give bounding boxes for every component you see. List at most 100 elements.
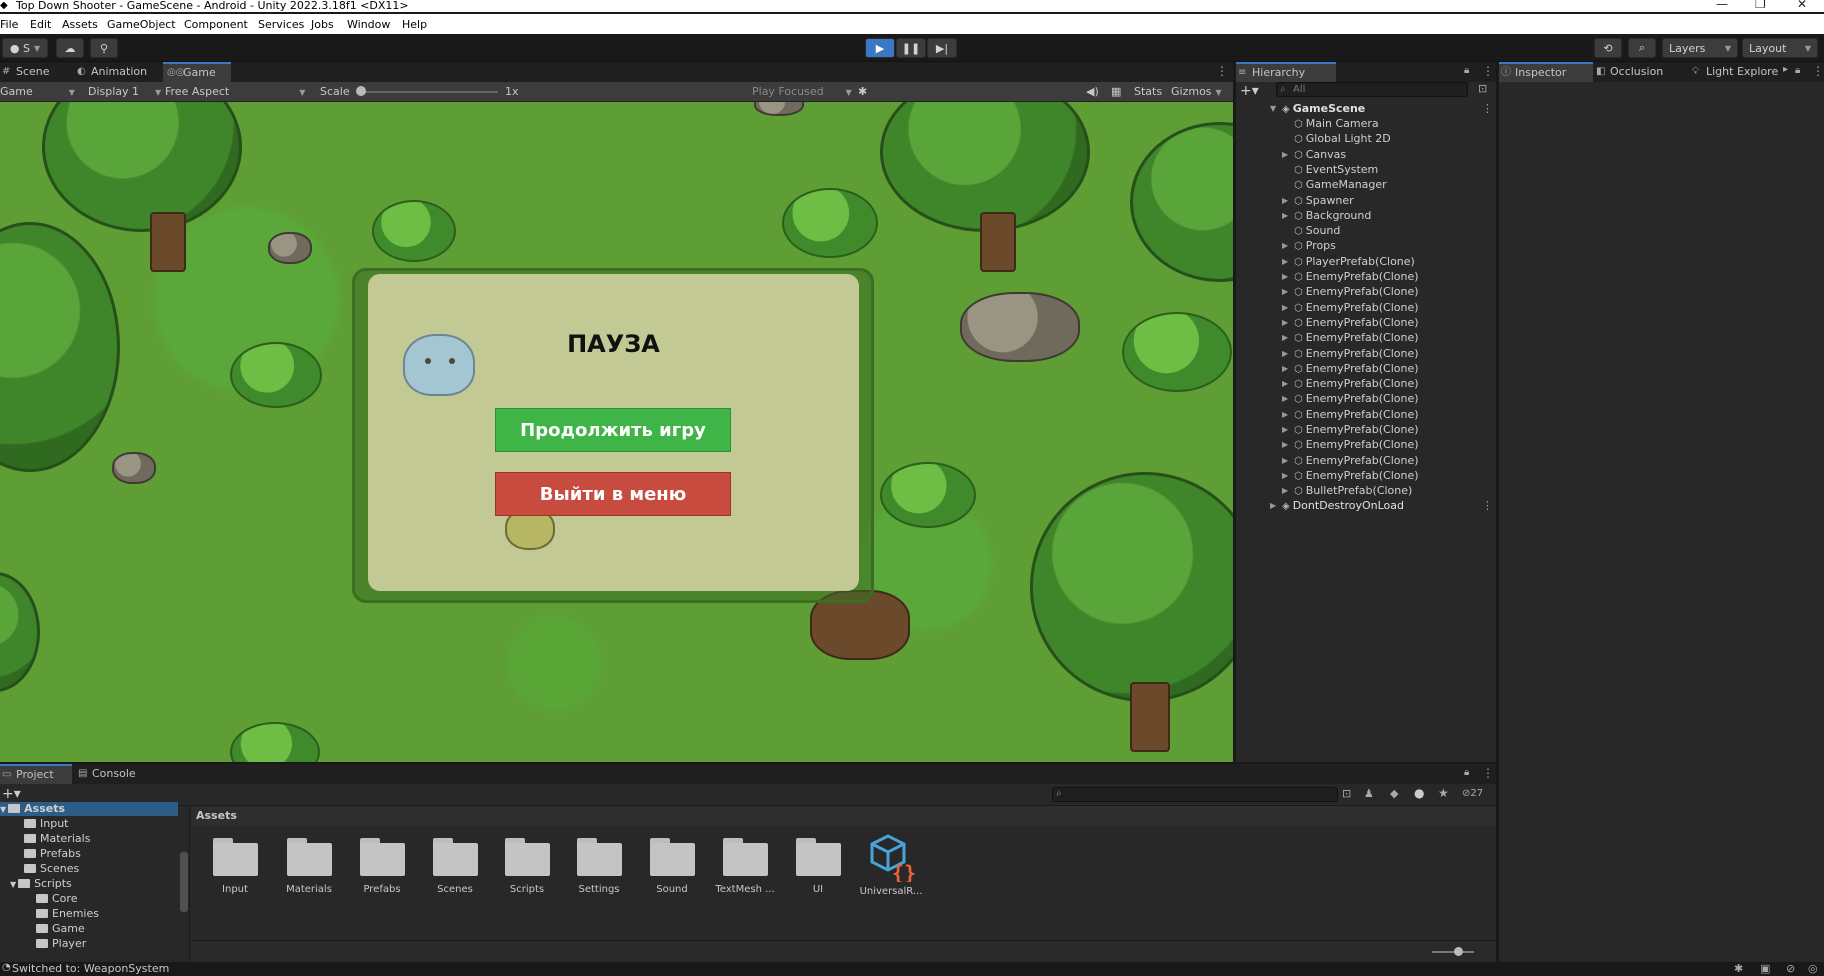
- hierarchy-item[interactable]: ⬡ Main Camera: [1294, 117, 1379, 130]
- menu-component[interactable]: Component: [184, 18, 248, 31]
- search-button[interactable]: ⌕: [1628, 38, 1656, 58]
- layers-dropdown[interactable]: Layers ▼: [1662, 38, 1738, 58]
- kebab-menu-icon[interactable]: ⋮: [1216, 64, 1228, 78]
- chevron-right-icon[interactable]: ▶: [1282, 347, 1288, 360]
- asset-folder-prefabs[interactable]: Prefabs: [350, 838, 414, 895]
- keyboard-icon[interactable]: ▦: [1111, 85, 1121, 98]
- aspect-dropdown[interactable]: Free Aspect ▼: [165, 85, 305, 98]
- play-focused-dropdown[interactable]: Play Focused ▼: [752, 85, 852, 98]
- search-by-type-icon[interactable]: ⊡: [1342, 787, 1351, 800]
- chevron-right-icon[interactable]: ▶: [1282, 285, 1288, 298]
- minimize-icon[interactable]: —: [1716, 0, 1728, 10]
- progress-icon[interactable]: ◎: [1808, 962, 1818, 975]
- lock-icon[interactable]: 🔒︎: [1464, 65, 1469, 76]
- hierarchy-item[interactable]: ⬡ Sound: [1294, 224, 1340, 237]
- tab-console[interactable]: ▤ Console: [76, 764, 152, 784]
- menu-assets[interactable]: Assets: [62, 18, 98, 31]
- filter-icon[interactable]: ♟: [1364, 787, 1374, 800]
- layout-dropdown[interactable]: Layout ▼: [1742, 38, 1818, 58]
- chevron-right-icon[interactable]: ▶: [1282, 255, 1288, 268]
- asset-folder-settings[interactable]: Settings: [567, 838, 631, 895]
- history-button[interactable]: ⟲: [1594, 38, 1622, 58]
- stats-button[interactable]: Stats: [1134, 85, 1162, 98]
- chevron-right-icon[interactable]: ▶: [1282, 362, 1288, 375]
- menu-jobs[interactable]: Jobs: [311, 18, 334, 31]
- hierarchy-item[interactable]: ▶ ⬡ EnemyPrefab(Clone): [1282, 331, 1419, 344]
- hierarchy-item[interactable]: ▶ ⬡ EnemyPrefab(Clone): [1282, 362, 1419, 375]
- play-button[interactable]: ▶: [865, 38, 895, 58]
- chevron-right-icon[interactable]: ▶: [1282, 408, 1288, 421]
- tree-item-scripts[interactable]: ▼ Scripts: [10, 877, 72, 891]
- hierarchy-item[interactable]: ▶ ⬡ PlayerPrefab(Clone): [1282, 255, 1415, 268]
- tab-occlusion[interactable]: ◧ Occlusion: [1594, 62, 1690, 82]
- hierarchy-item[interactable]: ▶ ⬡ EnemyPrefab(Clone): [1282, 469, 1419, 482]
- scene-search-icon[interactable]: ⊡: [1478, 82, 1487, 95]
- add-object-button[interactable]: +▾: [1240, 83, 1259, 99]
- hierarchy-item[interactable]: ▶ ⬡ EnemyPrefab(Clone): [1282, 377, 1419, 390]
- lock-icon[interactable]: 🔒︎: [1795, 65, 1800, 76]
- close-icon[interactable]: ✕: [1797, 0, 1807, 10]
- asset-universal-rp[interactable]: {} UniversalR...: [859, 834, 923, 897]
- chevron-right-icon[interactable]: ▶: [1282, 239, 1288, 252]
- tree-item-input[interactable]: Input: [24, 817, 68, 831]
- create-asset-button[interactable]: +▾: [2, 786, 21, 802]
- kebab-menu-icon[interactable]: ⋮: [1482, 64, 1494, 78]
- chevron-right-icon[interactable]: ▶: [1282, 148, 1288, 161]
- tab-inspector[interactable]: ⓘ Inspector: [1499, 62, 1593, 82]
- breadcrumb[interactable]: Assets: [196, 809, 237, 822]
- tab-game[interactable]: ◎◎ Game: [163, 62, 231, 82]
- restore-icon[interactable]: ❐: [1755, 0, 1766, 10]
- hierarchy-item[interactable]: ▶ ⬡ Canvas: [1282, 148, 1346, 161]
- hierarchy-item[interactable]: ▶ ⬡ BulletPrefab(Clone): [1282, 484, 1412, 497]
- bug-icon[interactable]: ✱: [1734, 962, 1743, 975]
- hierarchy-item[interactable]: ▶ ⬡ EnemyPrefab(Clone): [1282, 392, 1419, 405]
- hierarchy-search-input[interactable]: ⌕ All: [1276, 82, 1468, 97]
- asset-folder-sound[interactable]: Sound: [640, 838, 704, 895]
- tab-hierarchy[interactable]: ≡ Hierarchy: [1236, 62, 1336, 82]
- tree-item-game[interactable]: Game: [36, 922, 85, 936]
- tree-item-materials[interactable]: Materials: [24, 832, 90, 846]
- kebab-menu-icon[interactable]: ⋮: [1812, 64, 1824, 78]
- asset-folder-input[interactable]: Input: [203, 838, 267, 895]
- menu-help[interactable]: Help: [402, 18, 427, 31]
- menu-edit[interactable]: Edit: [30, 18, 51, 31]
- project-search-input[interactable]: ⌕: [1052, 787, 1338, 802]
- tree-item-core[interactable]: Core: [36, 892, 77, 906]
- chevron-right-icon[interactable]: ▶: [1282, 270, 1288, 283]
- kebab-menu-icon[interactable]: ⋮: [1482, 766, 1494, 780]
- hierarchy-scene-root[interactable]: ▼ ◈ GameScene: [1270, 102, 1365, 115]
- chevron-right-icon[interactable]: ▶: [1282, 377, 1288, 390]
- menu-window[interactable]: Window: [347, 18, 390, 31]
- tree-scrollbar[interactable]: [180, 852, 188, 912]
- chevron-right-icon[interactable]: ▶: [1282, 316, 1288, 329]
- chevron-right-icon[interactable]: ▶: [1282, 194, 1288, 207]
- hierarchy-item[interactable]: ▶ ⬡ Spawner: [1282, 194, 1354, 207]
- menu-file[interactable]: File: [0, 18, 18, 31]
- hierarchy-item[interactable]: ▶ ⬡ EnemyPrefab(Clone): [1282, 270, 1419, 283]
- hierarchy-item[interactable]: ▶ ⬡ EnemyPrefab(Clone): [1282, 285, 1419, 298]
- asset-folder-textmesh[interactable]: TextMesh ...: [713, 838, 777, 895]
- audio-icon[interactable]: ◀): [1086, 85, 1099, 98]
- hierarchy-item[interactable]: ▶ ⬡ Background: [1282, 209, 1371, 222]
- chevron-right-icon[interactable]: ▶: [1282, 469, 1288, 482]
- kebab-menu-icon[interactable]: ⋮: [1482, 499, 1493, 512]
- collab-button[interactable]: ⚲: [90, 38, 118, 58]
- tree-item-assets[interactable]: ▼ Assets: [0, 802, 178, 816]
- account-button[interactable]: ● S ▼: [2, 38, 48, 58]
- status-message[interactable]: Switched to: WeaponSystem: [12, 962, 169, 975]
- exit-to-menu-button[interactable]: Выйти в меню: [495, 472, 731, 516]
- bug-icon[interactable]: ✱: [858, 85, 867, 98]
- asset-folder-scenes[interactable]: Scenes: [423, 838, 487, 895]
- continue-game-button[interactable]: Продолжить игру: [495, 408, 731, 452]
- menu-services[interactable]: Services: [258, 18, 304, 31]
- hierarchy-item[interactable]: ⬡ GameManager: [1294, 178, 1387, 191]
- menu-gameobject[interactable]: GameObject: [107, 18, 176, 31]
- step-button[interactable]: ▶|: [927, 38, 957, 58]
- game-mode-dropdown[interactable]: Game ▼: [0, 85, 75, 98]
- chevron-right-icon[interactable]: ▶: [1282, 209, 1288, 222]
- hierarchy-dontdestroy-root[interactable]: ▶ ◈ DontDestroyOnLoad: [1270, 499, 1404, 512]
- hierarchy-item[interactable]: ⬡ EventSystem: [1294, 163, 1378, 176]
- tree-item-enemies[interactable]: Enemies: [36, 907, 99, 921]
- tree-item-prefabs[interactable]: Prefabs: [24, 847, 81, 861]
- asset-folder-materials[interactable]: Materials: [277, 838, 341, 895]
